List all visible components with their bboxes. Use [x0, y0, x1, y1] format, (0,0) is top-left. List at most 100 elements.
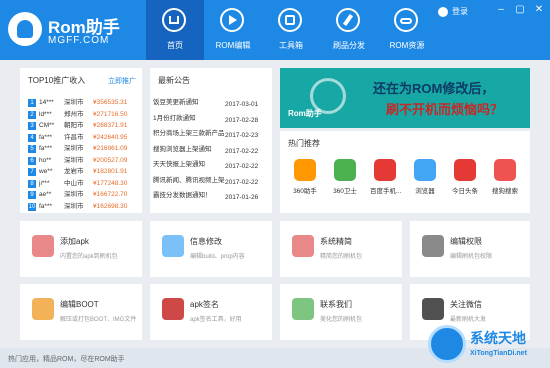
- brand-site: MGFF.COM: [48, 35, 110, 46]
- tab-rom-edit[interactable]: ROM编辑: [204, 0, 262, 60]
- news-date: 2017-02-23: [225, 132, 259, 139]
- news-item[interactable]: 霸技分发数据通知！ 2017-01-26: [153, 189, 271, 201]
- rank-amount: ¥182801.91: [93, 168, 128, 175]
- recommend-app[interactable]: 360卫士: [330, 159, 360, 195]
- news-item[interactable]: 搜狗浏览器上架通知 2017-02-22: [153, 143, 271, 155]
- card-name: 关注微信: [450, 300, 482, 309]
- rank-user: ji***: [39, 179, 50, 187]
- card-name: 编辑权限: [450, 237, 482, 246]
- card-icon: [292, 298, 314, 320]
- login-link[interactable]: 登录: [438, 6, 468, 17]
- news-item[interactable]: 1月份打款通知 2017-02-28: [153, 112, 271, 124]
- system-slim-card[interactable]: 系统精简精简您的刷机包: [280, 221, 402, 277]
- news-item[interactable]: 饭豆美更新通知 2017-03-01: [153, 96, 271, 108]
- card-icon: [32, 298, 54, 320]
- card-desc: 内置您的apk到刷机包: [60, 254, 118, 260]
- info-edit-card[interactable]: 信息修改 编辑build、prop内容: [150, 221, 272, 277]
- status-text: 热门应用，精品ROM，尽在ROM助手: [8, 356, 125, 363]
- tab-label: 刷品分发: [333, 41, 365, 50]
- rank-number: 10: [28, 202, 36, 211]
- card-desc: 最新刷机大发: [450, 317, 487, 323]
- news-title-text: 天天快报上架通知: [153, 161, 205, 168]
- rank-row: 6 ho** 深圳市 ¥200527.09: [28, 154, 138, 165]
- top10-panel: TOP10推广收入 立即推广 1 14*** 深圳市 ¥356535.31 2 ld***…: [20, 68, 142, 213]
- app-label: 搜狗搜索: [492, 188, 518, 195]
- rank-user: ae**: [39, 191, 52, 198]
- rank-user: ld***: [39, 110, 52, 118]
- news-item[interactable]: 腾讯新闻、腾讯视频上架通知2017-02-22: [153, 174, 271, 186]
- add-apk-card[interactable]: 添加apk 内置您的apk到刷机包: [20, 221, 142, 277]
- rank-user: fa***: [39, 133, 53, 141]
- news-date: 2017-03-01: [225, 101, 259, 108]
- rank-user: CM**: [39, 122, 55, 129]
- app-label: 360助手: [293, 188, 317, 195]
- card-name: apk签名: [190, 300, 219, 309]
- rank-amount: ¥242640.95: [93, 133, 128, 141]
- news-item[interactable]: 天天快报上架通知 2017-02-22: [153, 158, 271, 170]
- rank-city: 朝阳市: [64, 122, 84, 129]
- apk-sign-card[interactable]: apk签名 apk签名工具，好用: [150, 284, 272, 340]
- app-label: 浏览器: [415, 188, 435, 195]
- app-label: 今日头条: [452, 188, 478, 195]
- rank-city: 深圳市: [64, 202, 84, 210]
- maximize-icon[interactable]: ▢: [515, 5, 525, 15]
- rank-city: 深圳市: [64, 191, 84, 198]
- recommend-title: 热门推荐: [288, 139, 320, 148]
- rank-row: 8 ji*** 中山市 ¥177248.30: [28, 177, 138, 188]
- news-date: 2017-02-28: [225, 116, 259, 124]
- app-icon: [374, 159, 396, 181]
- recommend-app[interactable]: 今日头条: [450, 159, 480, 195]
- tab-home[interactable]: 首页: [146, 0, 204, 60]
- card-name: 联系我们: [320, 300, 352, 309]
- banner-brand: Rom助手: [288, 109, 322, 118]
- edit-boot-card[interactable]: 编辑BOOT 解压或打包BOOT、IMG文件: [20, 284, 142, 340]
- recommend-app[interactable]: 搜狗搜索: [490, 159, 520, 195]
- card-name: 系统精简: [320, 237, 352, 246]
- news-item[interactable]: 积分商场上架三款新产品2017-02-23: [153, 127, 271, 139]
- app-icon: [334, 159, 356, 181]
- news-title: 最新公告: [158, 76, 190, 85]
- recommend-app[interactable]: 浏览器: [410, 159, 440, 195]
- promote-link[interactable]: 立即推广: [108, 76, 136, 86]
- promo-banner[interactable]: Rom助手 还在为ROM修改后， 刷不开机而烦恼吗？: [280, 68, 530, 128]
- app-logo: Rom助手 MGFF.COM: [8, 10, 128, 50]
- tab-distribute[interactable]: 刷品分发: [320, 0, 378, 60]
- tab-rom-resource[interactable]: ROM资源: [378, 0, 436, 60]
- rank-user: 14***: [39, 99, 54, 106]
- app-icon: [454, 159, 476, 181]
- title-bar: Rom助手 MGFF.COM 首页 ROM编辑 工具箱 刷品分发 ROM资源 登…: [0, 0, 550, 60]
- card-desc: 精简您的刷机包: [320, 254, 363, 260]
- recommend-app[interactable]: 百度手机...: [370, 159, 401, 195]
- contact-us-card[interactable]: 联系我们 美化您的刷机包: [280, 284, 402, 340]
- news-title-text: 搜狗浏览器上架通知: [153, 145, 212, 153]
- rank-number: 9: [28, 191, 36, 199]
- watermark-title: 系统天地: [470, 330, 526, 346]
- rank-number: 5: [28, 145, 36, 153]
- tab-toolbox[interactable]: 工具箱: [262, 0, 320, 60]
- watermark-site: XiTongTianDi.net: [470, 350, 527, 357]
- card-name: 信息修改: [190, 237, 222, 246]
- rank-row: 9 ae** 深圳市 ¥166722.70: [28, 188, 138, 199]
- globe-icon: [428, 325, 466, 363]
- news-title-text: 1月份打款通知: [153, 114, 196, 122]
- rank-amount: ¥356535.31: [93, 99, 128, 106]
- watermark: 系统天地 XiTongTianDi.net: [428, 323, 546, 366]
- close-icon[interactable]: ✕: [534, 5, 544, 15]
- recommend-app[interactable]: 360助手: [290, 159, 320, 195]
- rank-amount: ¥162698.30: [93, 202, 128, 210]
- toolbox-icon: [278, 8, 302, 32]
- news-panel: 最新公告 饭豆美更新通知 2017-03-01 1月份打款通知 2017-02-28 积…: [150, 68, 272, 213]
- card-icon: [292, 235, 314, 257]
- card-desc: 编辑刷机包权限: [450, 254, 493, 260]
- banner-line-1: 还在为ROM修改后，: [373, 81, 495, 96]
- edit-permission-card[interactable]: 编辑权限编辑刷机包权限: [410, 221, 530, 277]
- news-date: 2017-01-26: [225, 194, 259, 201]
- minimize-icon[interactable]: –: [496, 5, 506, 15]
- rank-amount: ¥177248.30: [93, 179, 128, 187]
- card-icon: [422, 298, 444, 320]
- card-icon: [162, 235, 184, 257]
- card-name: 添加apk: [60, 237, 89, 246]
- rank-row: 1 14*** 深圳市 ¥356535.31: [28, 96, 138, 107]
- rank-row: 10 fa*** 深圳市 ¥162698.30: [28, 200, 138, 211]
- card-desc: 解压或打包BOOT、IMG文件: [60, 317, 137, 323]
